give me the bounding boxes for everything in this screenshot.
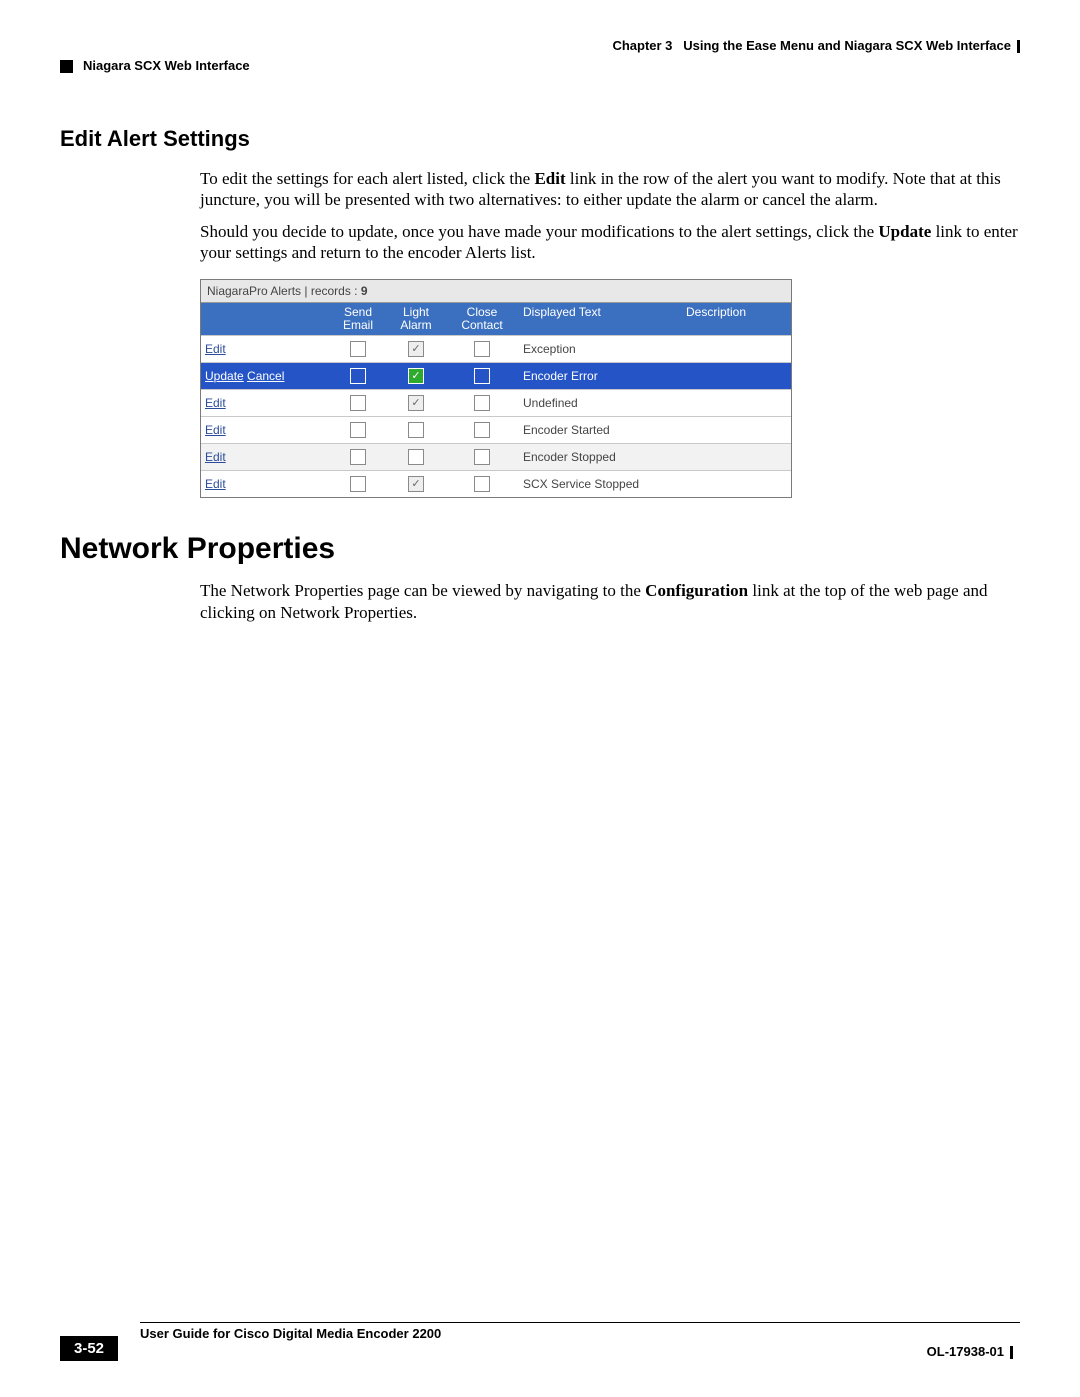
checkbox[interactable] <box>350 395 366 411</box>
paragraph: To edit the settings for each alert list… <box>200 168 1020 211</box>
running-header-right: Chapter 3 Using the Ease Menu and Niagar… <box>612 38 1020 53</box>
displayed-text: Encoder Started <box>519 418 682 442</box>
paragraph: The Network Properties page can be viewe… <box>200 580 1020 623</box>
table-row: Update Cancel Encoder Error <box>201 362 791 389</box>
paragraph: Should you decide to update, once you ha… <box>200 221 1020 264</box>
checkbox[interactable] <box>408 449 424 465</box>
table-row: Edit Encoder Stopped <box>201 443 791 470</box>
heading-edit-alert-settings: Edit Alert Settings <box>60 126 1020 152</box>
checkbox[interactable] <box>474 395 490 411</box>
displayed-text: Encoder Stopped <box>519 445 682 469</box>
square-bullet-icon <box>60 60 73 73</box>
description-cell <box>682 425 791 435</box>
table-row: Edit SCX Service Stopped <box>201 470 791 497</box>
checkbox[interactable] <box>474 476 490 492</box>
alerts-table: NiagaraPro Alerts | records : 9 SendEmai… <box>200 279 792 498</box>
table-row: Edit Exception <box>201 335 791 362</box>
checkbox[interactable] <box>350 341 366 357</box>
footer-docnum: OL-17938-01 <box>927 1344 1013 1359</box>
cancel-link[interactable]: Cancel <box>247 369 284 383</box>
edit-link[interactable]: Edit <box>205 342 226 356</box>
update-link[interactable]: Update <box>205 369 244 383</box>
table-row: Edit Encoder Started <box>201 416 791 443</box>
page-number: 3-52 <box>60 1336 118 1361</box>
description-cell <box>682 344 791 354</box>
displayed-text: Undefined <box>519 391 682 415</box>
alerts-table-caption: NiagaraPro Alerts | records : 9 <box>201 280 791 303</box>
checkbox[interactable] <box>350 476 366 492</box>
checkbox[interactable] <box>408 341 424 357</box>
heading-network-properties: Network Properties <box>60 532 1020 566</box>
footer-guide-title: User Guide for Cisco Digital Media Encod… <box>140 1326 441 1341</box>
checkbox[interactable] <box>474 422 490 438</box>
edit-link[interactable]: Edit <box>205 396 226 410</box>
displayed-text: Encoder Error <box>519 364 682 388</box>
checkbox[interactable] <box>408 395 424 411</box>
description-cell <box>682 398 791 408</box>
description-cell <box>682 371 791 381</box>
checkbox[interactable] <box>408 368 424 384</box>
table-row: Edit Undefined <box>201 389 791 416</box>
description-cell <box>682 452 791 462</box>
checkbox[interactable] <box>474 368 490 384</box>
checkbox[interactable] <box>408 422 424 438</box>
edit-link[interactable]: Edit <box>205 450 226 464</box>
checkbox[interactable] <box>350 449 366 465</box>
alerts-table-header: SendEmail LightAlarm CloseContact Displa… <box>201 303 791 335</box>
checkbox[interactable] <box>350 368 366 384</box>
checkbox[interactable] <box>474 341 490 357</box>
displayed-text: SCX Service Stopped <box>519 472 682 496</box>
description-cell <box>682 479 791 489</box>
checkbox[interactable] <box>474 449 490 465</box>
edit-link[interactable]: Edit <box>205 423 226 437</box>
checkbox[interactable] <box>408 476 424 492</box>
displayed-text: Exception <box>519 337 682 361</box>
running-header-left: Niagara SCX Web Interface <box>60 58 1020 73</box>
checkbox[interactable] <box>350 422 366 438</box>
edit-link[interactable]: Edit <box>205 477 226 491</box>
